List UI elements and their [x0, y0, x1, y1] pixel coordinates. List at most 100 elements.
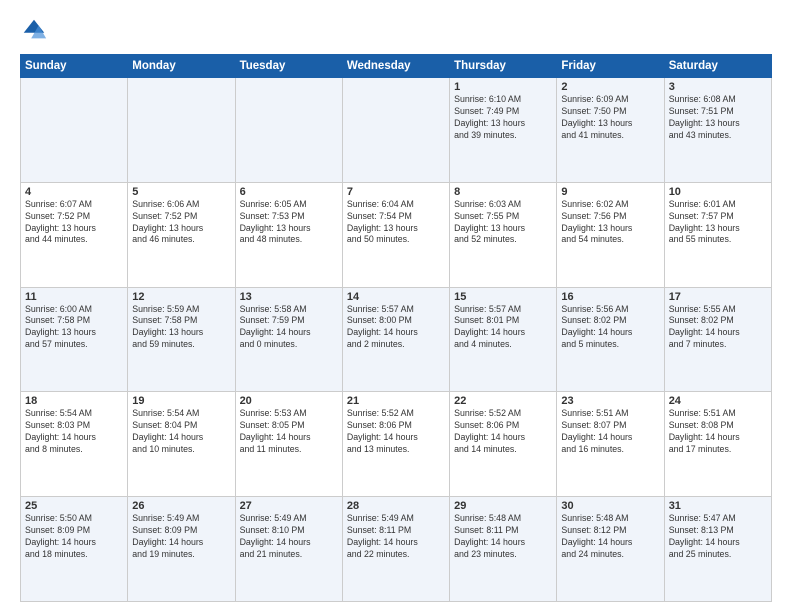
day-cell: 27Sunrise: 5:49 AM Sunset: 8:10 PM Dayli… [235, 497, 342, 602]
day-content: Sunrise: 5:53 AM Sunset: 8:05 PM Dayligh… [240, 408, 311, 454]
day-number: 11 [25, 291, 123, 303]
day-cell: 6Sunrise: 6:05 AM Sunset: 7:53 PM Daylig… [235, 182, 342, 287]
day-number: 28 [347, 500, 445, 512]
day-content: Sunrise: 5:52 AM Sunset: 8:06 PM Dayligh… [454, 408, 525, 454]
day-cell: 14Sunrise: 5:57 AM Sunset: 8:00 PM Dayli… [342, 287, 449, 392]
page: SundayMondayTuesdayWednesdayThursdayFrid… [0, 0, 792, 612]
col-header-monday: Monday [128, 55, 235, 78]
col-header-wednesday: Wednesday [342, 55, 449, 78]
day-number: 21 [347, 395, 445, 407]
week-row-2: 4Sunrise: 6:07 AM Sunset: 7:52 PM Daylig… [21, 182, 772, 287]
day-content: Sunrise: 6:03 AM Sunset: 7:55 PM Dayligh… [454, 199, 525, 245]
col-header-thursday: Thursday [450, 55, 557, 78]
day-number: 26 [132, 500, 230, 512]
day-number: 6 [240, 186, 338, 198]
day-number: 7 [347, 186, 445, 198]
day-cell: 18Sunrise: 5:54 AM Sunset: 8:03 PM Dayli… [21, 392, 128, 497]
day-content: Sunrise: 5:55 AM Sunset: 8:02 PM Dayligh… [669, 304, 740, 350]
day-number: 19 [132, 395, 230, 407]
day-content: Sunrise: 5:49 AM Sunset: 8:10 PM Dayligh… [240, 513, 311, 559]
day-number: 24 [669, 395, 767, 407]
col-header-sunday: Sunday [21, 55, 128, 78]
col-header-tuesday: Tuesday [235, 55, 342, 78]
day-cell: 16Sunrise: 5:56 AM Sunset: 8:02 PM Dayli… [557, 287, 664, 392]
day-number: 20 [240, 395, 338, 407]
day-cell: 21Sunrise: 5:52 AM Sunset: 8:06 PM Dayli… [342, 392, 449, 497]
day-number: 4 [25, 186, 123, 198]
day-number: 30 [561, 500, 659, 512]
day-number: 22 [454, 395, 552, 407]
day-cell: 19Sunrise: 5:54 AM Sunset: 8:04 PM Dayli… [128, 392, 235, 497]
day-cell: 28Sunrise: 5:49 AM Sunset: 8:11 PM Dayli… [342, 497, 449, 602]
day-content: Sunrise: 6:00 AM Sunset: 7:58 PM Dayligh… [25, 304, 96, 350]
day-content: Sunrise: 5:56 AM Sunset: 8:02 PM Dayligh… [561, 304, 632, 350]
day-cell: 20Sunrise: 5:53 AM Sunset: 8:05 PM Dayli… [235, 392, 342, 497]
day-content: Sunrise: 5:49 AM Sunset: 8:09 PM Dayligh… [132, 513, 203, 559]
day-number: 27 [240, 500, 338, 512]
day-cell: 4Sunrise: 6:07 AM Sunset: 7:52 PM Daylig… [21, 182, 128, 287]
day-content: Sunrise: 6:06 AM Sunset: 7:52 PM Dayligh… [132, 199, 203, 245]
day-cell: 9Sunrise: 6:02 AM Sunset: 7:56 PM Daylig… [557, 182, 664, 287]
day-content: Sunrise: 5:59 AM Sunset: 7:58 PM Dayligh… [132, 304, 203, 350]
day-number: 18 [25, 395, 123, 407]
day-content: Sunrise: 6:08 AM Sunset: 7:51 PM Dayligh… [669, 94, 740, 140]
day-number: 1 [454, 81, 552, 93]
day-cell [21, 78, 128, 183]
day-content: Sunrise: 5:51 AM Sunset: 8:07 PM Dayligh… [561, 408, 632, 454]
day-number: 2 [561, 81, 659, 93]
header [20, 16, 772, 44]
day-content: Sunrise: 6:02 AM Sunset: 7:56 PM Dayligh… [561, 199, 632, 245]
day-cell: 26Sunrise: 5:49 AM Sunset: 8:09 PM Dayli… [128, 497, 235, 602]
day-cell: 2Sunrise: 6:09 AM Sunset: 7:50 PM Daylig… [557, 78, 664, 183]
week-row-3: 11Sunrise: 6:00 AM Sunset: 7:58 PM Dayli… [21, 287, 772, 392]
day-content: Sunrise: 5:58 AM Sunset: 7:59 PM Dayligh… [240, 304, 311, 350]
day-content: Sunrise: 5:52 AM Sunset: 8:06 PM Dayligh… [347, 408, 418, 454]
week-row-5: 25Sunrise: 5:50 AM Sunset: 8:09 PM Dayli… [21, 497, 772, 602]
day-number: 31 [669, 500, 767, 512]
day-cell: 7Sunrise: 6:04 AM Sunset: 7:54 PM Daylig… [342, 182, 449, 287]
day-content: Sunrise: 6:10 AM Sunset: 7:49 PM Dayligh… [454, 94, 525, 140]
day-cell: 30Sunrise: 5:48 AM Sunset: 8:12 PM Dayli… [557, 497, 664, 602]
day-number: 17 [669, 291, 767, 303]
day-content: Sunrise: 5:49 AM Sunset: 8:11 PM Dayligh… [347, 513, 418, 559]
day-content: Sunrise: 6:05 AM Sunset: 7:53 PM Dayligh… [240, 199, 311, 245]
day-cell: 31Sunrise: 5:47 AM Sunset: 8:13 PM Dayli… [664, 497, 771, 602]
week-row-4: 18Sunrise: 5:54 AM Sunset: 8:03 PM Dayli… [21, 392, 772, 497]
day-number: 8 [454, 186, 552, 198]
day-number: 9 [561, 186, 659, 198]
logo-icon [20, 16, 48, 44]
day-content: Sunrise: 5:57 AM Sunset: 8:00 PM Dayligh… [347, 304, 418, 350]
day-cell: 22Sunrise: 5:52 AM Sunset: 8:06 PM Dayli… [450, 392, 557, 497]
day-cell: 25Sunrise: 5:50 AM Sunset: 8:09 PM Dayli… [21, 497, 128, 602]
day-content: Sunrise: 6:09 AM Sunset: 7:50 PM Dayligh… [561, 94, 632, 140]
day-content: Sunrise: 5:50 AM Sunset: 8:09 PM Dayligh… [25, 513, 96, 559]
day-number: 10 [669, 186, 767, 198]
col-header-saturday: Saturday [664, 55, 771, 78]
day-number: 29 [454, 500, 552, 512]
day-cell: 29Sunrise: 5:48 AM Sunset: 8:11 PM Dayli… [450, 497, 557, 602]
day-number: 3 [669, 81, 767, 93]
day-cell: 3Sunrise: 6:08 AM Sunset: 7:51 PM Daylig… [664, 78, 771, 183]
day-cell: 11Sunrise: 6:00 AM Sunset: 7:58 PM Dayli… [21, 287, 128, 392]
day-content: Sunrise: 5:47 AM Sunset: 8:13 PM Dayligh… [669, 513, 740, 559]
calendar-table: SundayMondayTuesdayWednesdayThursdayFrid… [20, 54, 772, 602]
day-cell: 1Sunrise: 6:10 AM Sunset: 7:49 PM Daylig… [450, 78, 557, 183]
day-cell [128, 78, 235, 183]
day-content: Sunrise: 6:01 AM Sunset: 7:57 PM Dayligh… [669, 199, 740, 245]
day-cell [342, 78, 449, 183]
day-content: Sunrise: 5:54 AM Sunset: 8:04 PM Dayligh… [132, 408, 203, 454]
day-number: 13 [240, 291, 338, 303]
day-cell: 12Sunrise: 5:59 AM Sunset: 7:58 PM Dayli… [128, 287, 235, 392]
col-header-friday: Friday [557, 55, 664, 78]
day-content: Sunrise: 5:54 AM Sunset: 8:03 PM Dayligh… [25, 408, 96, 454]
day-number: 25 [25, 500, 123, 512]
day-number: 14 [347, 291, 445, 303]
day-cell: 10Sunrise: 6:01 AM Sunset: 7:57 PM Dayli… [664, 182, 771, 287]
day-content: Sunrise: 6:07 AM Sunset: 7:52 PM Dayligh… [25, 199, 96, 245]
day-content: Sunrise: 5:48 AM Sunset: 8:11 PM Dayligh… [454, 513, 525, 559]
day-cell: 5Sunrise: 6:06 AM Sunset: 7:52 PM Daylig… [128, 182, 235, 287]
day-number: 12 [132, 291, 230, 303]
day-cell: 17Sunrise: 5:55 AM Sunset: 8:02 PM Dayli… [664, 287, 771, 392]
day-number: 5 [132, 186, 230, 198]
day-cell: 15Sunrise: 5:57 AM Sunset: 8:01 PM Dayli… [450, 287, 557, 392]
